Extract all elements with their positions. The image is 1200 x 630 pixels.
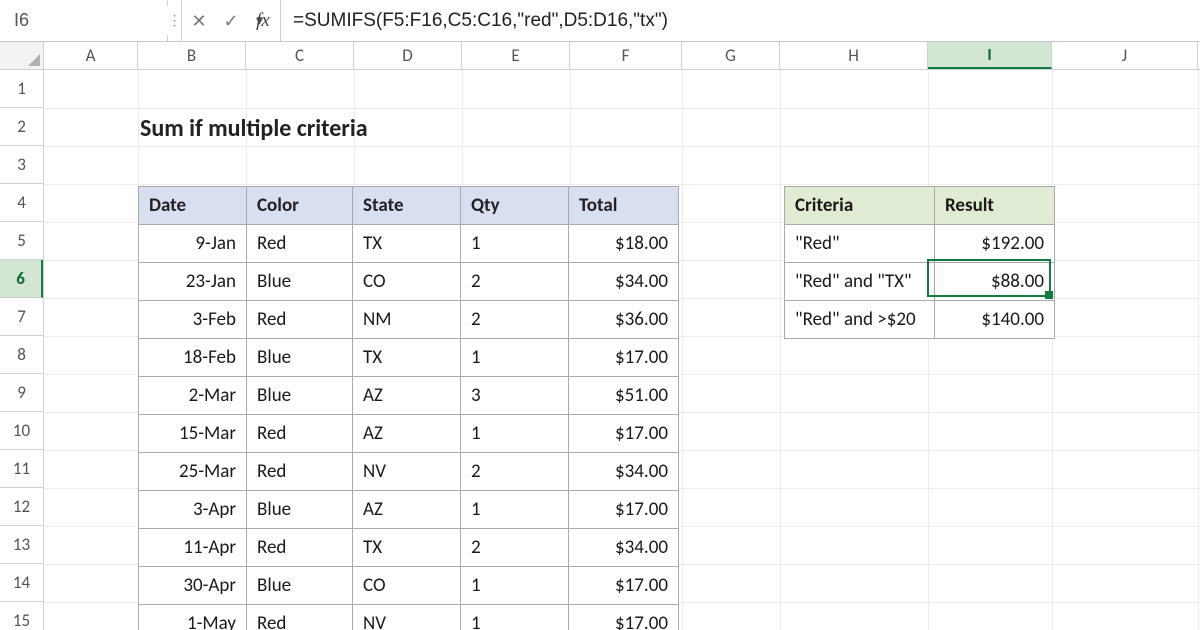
data-table-header: State [353, 187, 461, 225]
row-header-5[interactable]: 5 [0, 222, 43, 260]
column-headers: ABCDEFGHIJ [0, 42, 1200, 70]
table-row[interactable]: 25-MarRedNV2$34.00 [139, 453, 679, 491]
column-header-F[interactable]: F [570, 42, 682, 69]
column-header-A[interactable]: A [44, 42, 138, 69]
table-row[interactable]: "Red" and >$20$140.00 [785, 301, 1055, 339]
data-table-header: Total [569, 187, 679, 225]
column-header-D[interactable]: D [354, 42, 462, 69]
row-headers: 123456789101112131415 [0, 70, 44, 630]
enter-icon[interactable]: ✓ [220, 10, 242, 32]
column-header-G[interactable]: G [682, 42, 780, 69]
row-header-2[interactable]: 2 [0, 108, 43, 146]
data-table-header: Date [139, 187, 247, 225]
formula-input[interactable] [281, 0, 1200, 41]
column-header-H[interactable]: H [780, 42, 928, 69]
row-header-14[interactable]: 14 [0, 564, 43, 602]
table-row[interactable]: 3-FebRedNM2$36.00 [139, 301, 679, 339]
row-header-12[interactable]: 12 [0, 488, 43, 526]
column-header-J[interactable]: J [1052, 42, 1198, 69]
column-header-B[interactable]: B [138, 42, 246, 69]
table-row[interactable]: 18-FebBlueTX1$17.00 [139, 339, 679, 377]
page-title: Sum if multiple criteria [140, 114, 368, 143]
fx-icon[interactable]: fx [252, 10, 274, 32]
criteria-table-header: Criteria [785, 187, 935, 225]
formula-bar: ▾ ⋮ ✕ ✓ fx [0, 0, 1200, 42]
column-header-E[interactable]: E [462, 42, 570, 69]
data-table: DateColorStateQtyTotal 9-JanRedTX1$18.00… [138, 186, 679, 630]
row-header-1[interactable]: 1 [0, 70, 43, 108]
formula-bar-resizer[interactable]: ⋮ [168, 0, 182, 41]
row-header-4[interactable]: 4 [0, 184, 43, 222]
table-row[interactable]: 30-AprBlueCO1$17.00 [139, 567, 679, 605]
table-row[interactable]: 3-AprBlueAZ1$17.00 [139, 491, 679, 529]
table-row[interactable]: 9-JanRedTX1$18.00 [139, 225, 679, 263]
table-row[interactable]: 15-MarRedAZ1$17.00 [139, 415, 679, 453]
row-header-9[interactable]: 9 [0, 374, 43, 412]
name-box-container: ▾ [0, 0, 168, 41]
row-header-3[interactable]: 3 [0, 146, 43, 184]
grid-canvas[interactable]: Sum if multiple criteria DateColorStateQ… [44, 70, 1200, 630]
row-header-15[interactable]: 15 [0, 602, 43, 630]
table-row[interactable]: 23-JanBlueCO2$34.00 [139, 263, 679, 301]
row-header-8[interactable]: 8 [0, 336, 43, 374]
row-header-7[interactable]: 7 [0, 298, 43, 336]
data-table-header: Color [247, 187, 353, 225]
row-header-6[interactable]: 6 [0, 260, 43, 298]
select-all-corner[interactable] [0, 42, 44, 69]
row-header-11[interactable]: 11 [0, 450, 43, 488]
cancel-icon[interactable]: ✕ [188, 10, 210, 32]
table-row[interactable]: 11-AprRedTX2$34.00 [139, 529, 679, 567]
criteria-table-header: Result [935, 187, 1055, 225]
table-row[interactable]: 1-MayRedNV1$17.00 [139, 605, 679, 630]
formula-bar-buttons: ✕ ✓ fx [182, 0, 281, 41]
table-row[interactable]: 2-MarBlueAZ3$51.00 [139, 377, 679, 415]
column-header-I[interactable]: I [928, 42, 1052, 69]
column-header-C[interactable]: C [246, 42, 354, 69]
table-row[interactable]: "Red" and "TX"$88.00 [785, 263, 1055, 301]
data-table-header: Qty [461, 187, 569, 225]
row-header-10[interactable]: 10 [0, 412, 43, 450]
criteria-table: CriteriaResult "Red"$192.00"Red" and "TX… [784, 186, 1055, 339]
row-header-13[interactable]: 13 [0, 526, 43, 564]
table-row[interactable]: "Red"$192.00 [785, 225, 1055, 263]
